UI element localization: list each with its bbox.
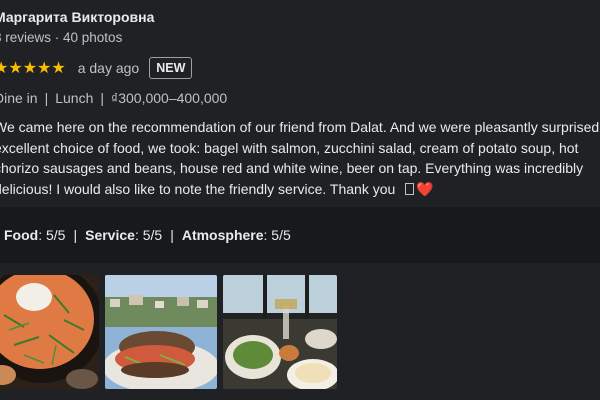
review-text-line: chorizo sausages and beans, house red an… <box>0 160 584 176</box>
review-photo-soup[interactable] <box>0 275 99 389</box>
attr-atmosphere-label: Atmosphere <box>181 227 264 243</box>
attr-food-value: : 5/5 <box>38 227 66 243</box>
attr-service-value: : 5/5 <box>134 227 163 243</box>
reviewer-name[interactable]: Маргарита Викторовна <box>0 9 154 25</box>
table-photo-image <box>223 275 337 389</box>
service-type: Dine in <box>0 90 38 106</box>
attr-atmosphere-value: : 5/5 <box>263 227 291 243</box>
bagel-photo-image <box>105 275 217 389</box>
new-badge: NEW <box>149 57 193 79</box>
attr-food-label: Food <box>4 227 39 243</box>
review-text-line: excellent choice of food, we took: bagel… <box>0 139 579 156</box>
rating-attributes: Food: 5/5 | Service: 5/5 | Atmosphere: 5/5 <box>4 227 291 243</box>
attr-service-label: Service <box>85 227 135 243</box>
visit-meta: Dine in|Lunch|₫300,000–400,000 <box>0 90 227 106</box>
heart-icon: ❤️ <box>416 180 434 197</box>
review-text-line-last: delicious! I would also like to note the… <box>0 179 600 200</box>
reviewer-meta: 8 reviews · 40 photos <box>0 30 123 45</box>
review-text-line: delicious! I would also like to note the… <box>0 180 396 197</box>
rating-row: ★★★★★ a day ago NEW <box>0 57 193 79</box>
review-photos <box>0 275 337 389</box>
review-time: a day ago <box>77 60 140 76</box>
review-text: We came here on the recommendation of ou… <box>0 117 600 199</box>
review-text-line: We came here on the recommendation of ou… <box>0 119 600 135</box>
soup-photo-image <box>0 275 99 389</box>
missing-glyph-icon <box>405 182 415 195</box>
meal-type: Lunch <box>55 90 94 106</box>
review-photo-bagel[interactable] <box>105 275 217 389</box>
price-range: ₫300,000–400,000 <box>111 90 228 106</box>
star-rating: ★★★★★ <box>0 60 66 77</box>
review-photo-table[interactable] <box>223 275 337 389</box>
